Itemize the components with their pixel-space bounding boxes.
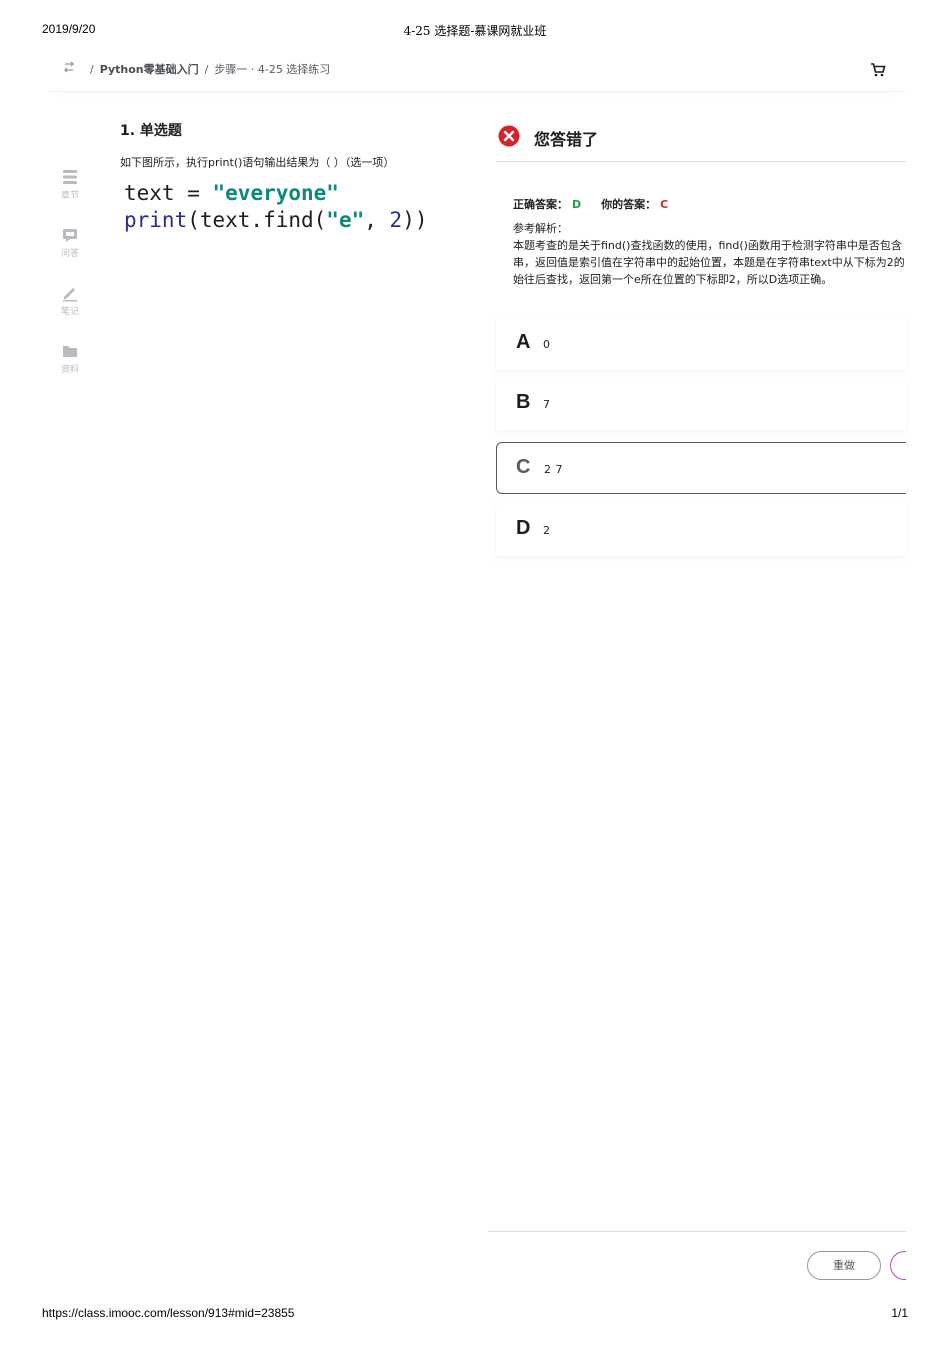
answer-summary: 正确答案： D 你的答案： C — [513, 196, 668, 212]
code-number: 2 — [389, 208, 403, 232]
breadcrumb-separator: / — [90, 63, 94, 76]
sidebar-item-qa[interactable]: 问答 — [54, 226, 86, 259]
print-page-number: 1/1 — [891, 1306, 908, 1320]
option-value: 2 7 — [544, 463, 563, 476]
option-b[interactable]: B 7 — [496, 378, 906, 430]
question-text: 如下图所示，执行print()语句输出结果为（ ）（选一项） — [120, 156, 395, 169]
correct-answer-label: 正确答案： — [513, 198, 568, 211]
code-string: "everyone" — [212, 181, 339, 205]
your-answer-value: C — [660, 198, 669, 211]
sidebar-item-label: 资料 — [60, 365, 79, 375]
question-panel: 1. 单选题 如下图所示，执行print()语句输出结果为（ ）（选一项） te… — [120, 120, 480, 234]
sidebar-item-chapter[interactable]: 章节 — [54, 168, 86, 201]
your-answer-label: 你的答案： — [601, 198, 657, 211]
option-value: 0 — [543, 338, 551, 351]
result-status: 您答错了 — [534, 130, 599, 149]
question-title: 1. 单选题 — [120, 123, 182, 139]
print-url: https://class.imooc.com/lesson/913#mid=2… — [42, 1306, 295, 1320]
code-token: text — [124, 181, 175, 205]
qa-icon — [63, 229, 77, 242]
chapter-icon — [63, 170, 77, 184]
breadcrumb-separator: / — [204, 63, 209, 76]
breadcrumb: / Python零基础入门 / 步骤一 · 4-25 选择练习 — [84, 61, 330, 77]
option-value: 2 — [543, 524, 551, 537]
code-string: "e" — [326, 208, 365, 232]
option-value: 7 — [543, 398, 551, 411]
print-footer: https://class.imooc.com/lesson/913#mid=2… — [42, 1306, 908, 1322]
cart-icon[interactable] — [870, 62, 886, 78]
option-letter: A — [516, 331, 531, 353]
top-bar: / Python零基础入门 / 步骤一 · 4-25 选择练习 — [48, 52, 906, 92]
correct-answer-value: D — [572, 198, 582, 211]
option-c-selected[interactable]: C 2 7 — [496, 442, 906, 494]
result-header: 您答错了 — [496, 112, 906, 162]
sidebar-item-label: 问答 — [60, 249, 79, 259]
code-keyword: print — [124, 208, 188, 232]
sidebar-item-materials[interactable]: 资料 — [54, 342, 86, 375]
sidebar-item-label: 章节 — [60, 191, 79, 201]
option-letter: D — [516, 517, 531, 539]
switch-icon[interactable] — [62, 60, 76, 74]
analysis-line: 始往后查找，返回第一个e所在位置的下标即2，所以D选项正确。 — [513, 273, 833, 286]
code-token: )) — [402, 208, 428, 232]
analysis-line: 本题考查的是关于find()查找函数的使用，find()函数用于检测字符串中是否… — [513, 239, 902, 252]
code-token: = — [174, 181, 213, 205]
redo-button[interactable]: 重做 — [807, 1251, 881, 1280]
option-a[interactable]: A 0 — [496, 318, 906, 370]
wrong-icon — [498, 125, 520, 147]
footer-divider — [488, 1231, 906, 1232]
code-token: (text.find( — [187, 208, 327, 232]
breadcrumb-course-link[interactable]: Python零基础入门 — [100, 63, 199, 76]
code-snippet: text = "everyone" print(text.find("e", 2… — [124, 180, 480, 234]
option-d[interactable]: D 2 — [496, 504, 906, 556]
print-header: 2019/9/20 4-25 选择题-慕课网就业班 — [42, 22, 908, 40]
analysis-label: 参考解析： — [513, 222, 568, 235]
option-letter: C — [516, 456, 531, 478]
result-panel: 您答错了 正确答案： D 你的答案： C 参考解析： 本题考查的是关于find()查找… — [496, 112, 906, 556]
breadcrumb-current: 步骤一 · 4-25 选择练习 — [214, 63, 331, 76]
sidebar-item-notes[interactable]: 笔记 — [54, 284, 86, 317]
option-letter: B — [516, 391, 531, 413]
print-doc-title: 4-25 选择题-慕课网就业班 — [403, 24, 547, 38]
code-token: , — [364, 208, 390, 232]
analysis-line: 串，返回值是索引值在字符串中的起始位置，本题是在字符串text中从下标为2的 — [513, 256, 905, 269]
analysis-block: 参考解析： 本题考查的是关于find()查找函数的使用，find()函数用于检测… — [513, 220, 906, 288]
folder-icon — [63, 346, 77, 357]
sidebar-item-label: 笔记 — [60, 307, 79, 317]
next-button[interactable] — [890, 1251, 906, 1280]
note-icon — [63, 288, 77, 302]
